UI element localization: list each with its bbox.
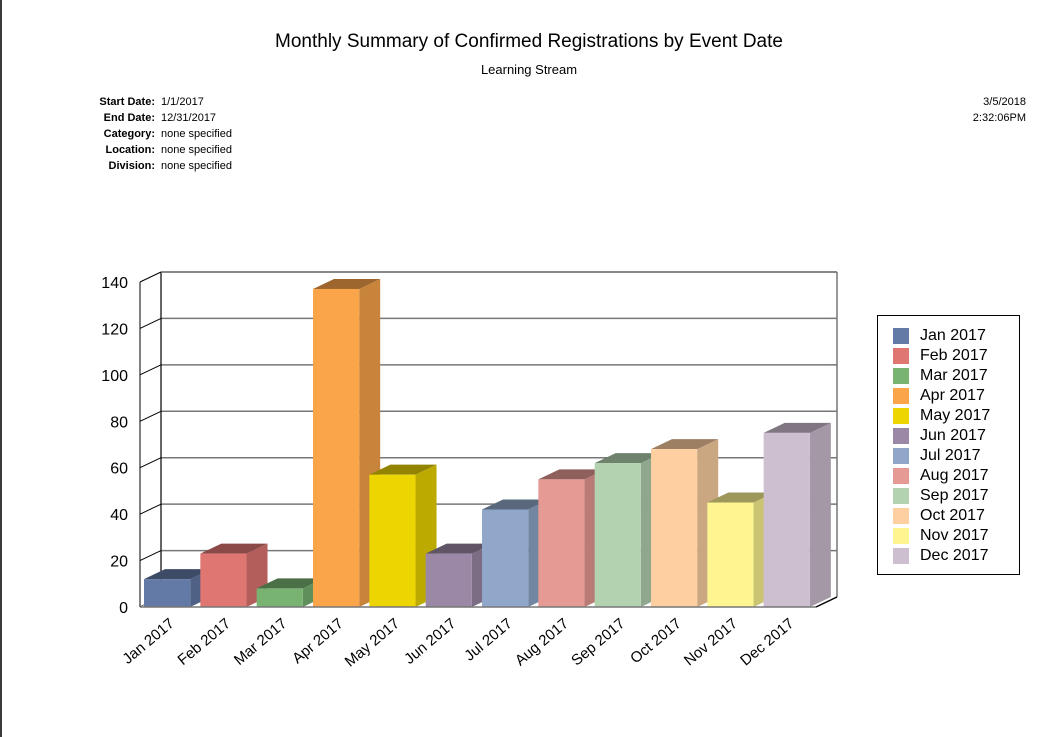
y-tick-label: 120 [101,321,128,338]
bar [763,432,810,607]
legend-swatch [893,548,909,564]
legend-swatch [893,528,909,544]
legend-swatch [893,508,909,524]
bar [313,288,360,607]
x-tick-label: Aug 2017 [512,615,572,669]
y-axis-tick [139,410,162,422]
x-tick-label: Oct 2017 [627,615,685,667]
legend-swatch [893,488,909,504]
legend-label: May 2017 [920,407,991,424]
y-axis-tick [139,364,162,376]
y-tick-label: 60 [110,461,128,478]
x-tick-label: Jun 2017 [401,615,459,668]
legend-label: Dec 2017 [920,547,989,564]
chart-legend: Jan 2017 Feb 2017 Mar 2017 Apr 2017 May 2017… [877,315,1020,575]
legend-item: Jun 2017 [893,426,986,446]
legend-swatch [893,448,909,464]
x-tick-label: Feb 2017 [175,615,234,669]
legend-swatch [893,348,909,364]
y-tick-label: 40 [110,507,128,524]
x-tick-label: Jul 2017 [461,615,515,664]
legend-label: Sep 2017 [920,487,989,504]
legend-swatch [893,368,909,384]
y-tick-label: 140 [101,275,128,292]
y-tick-label: 80 [110,414,128,431]
y-tick-label: 100 [101,368,128,385]
legend-label: Apr 2017 [920,387,985,404]
x-tick-label: Dec 2017 [737,615,797,669]
legend-item: Nov 2017 [893,526,989,546]
y-tick-label: 20 [110,554,128,571]
bar [256,588,303,607]
legend-item: May 2017 [893,406,990,426]
legend-swatch [893,468,909,484]
x-tick-label: May 2017 [342,615,403,670]
bar [538,479,585,607]
bar [651,449,698,607]
legend-item: Oct 2017 [893,506,985,526]
y-axis-tick [139,550,162,562]
y-axis-tick [139,317,162,329]
legend-item: Jul 2017 [893,446,981,466]
x-tick-label: Apr 2017 [289,615,347,667]
legend-item: Jan 2017 [893,326,986,346]
legend-swatch [893,428,909,444]
x-tick-label: Sep 2017 [568,615,628,669]
legend-swatch [893,388,909,404]
y-axis-tick [139,503,162,515]
legend-item: Mar 2017 [893,366,988,386]
legend-label: Mar 2017 [920,367,988,384]
bar [369,474,416,607]
bar [144,579,191,607]
legend-item: Feb 2017 [893,346,988,366]
legend-swatch [893,328,909,344]
legend-label: Feb 2017 [920,347,988,364]
y-axis-tick [139,457,162,469]
x-tick-label: Nov 2017 [681,615,741,669]
legend-label: Oct 2017 [920,507,985,524]
bar [482,509,529,607]
legend-label: Nov 2017 [920,527,989,544]
legend-item: Sep 2017 [893,486,989,506]
bar [425,553,472,607]
y-axis-tick [139,271,162,283]
bar [200,553,247,607]
bar [707,502,754,607]
legend-label: Jul 2017 [920,447,981,464]
legend-label: Aug 2017 [920,467,989,484]
bar [594,463,641,607]
legend-label: Jun 2017 [920,427,986,444]
bar-side [809,422,831,607]
legend-label: Jan 2017 [920,327,986,344]
x-tick-label: Mar 2017 [231,615,290,669]
legend-swatch [893,408,909,424]
y-tick-label: 0 [119,600,128,617]
x-tick-label: Jan 2017 [119,615,177,668]
legend-item: Dec 2017 [893,546,989,566]
legend-item: Aug 2017 [893,466,989,486]
legend-item: Apr 2017 [893,386,985,406]
